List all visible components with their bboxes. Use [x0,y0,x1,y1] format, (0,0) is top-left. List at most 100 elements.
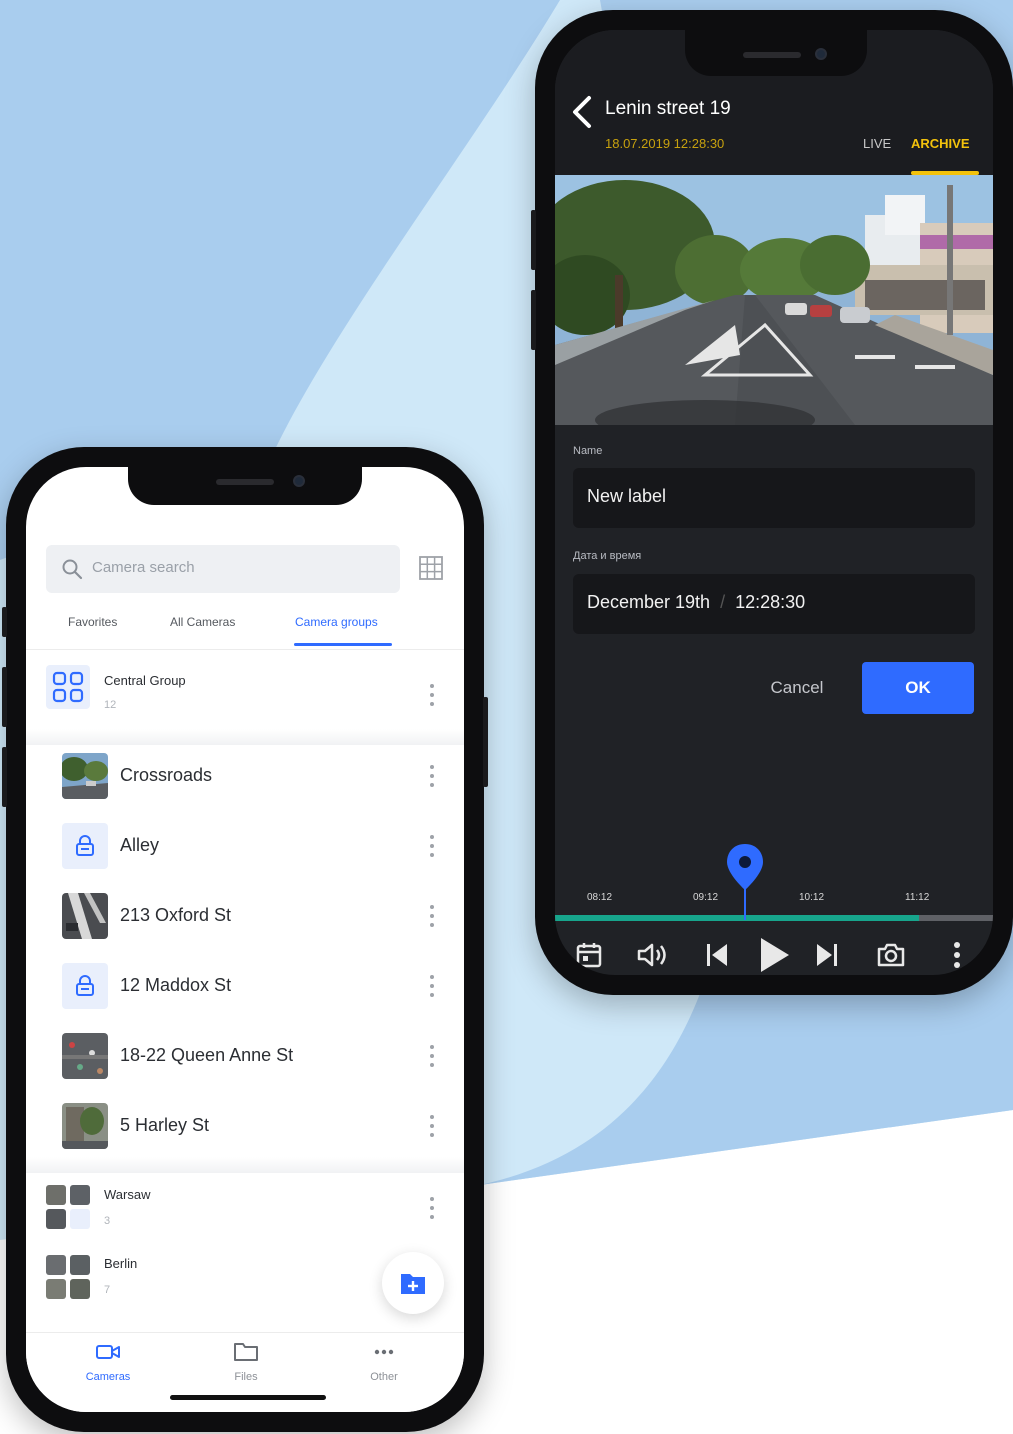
cancel-button[interactable]: Cancel [755,660,839,716]
play-icon[interactable] [753,935,793,975]
front-camera [293,475,305,487]
lock-icon [62,823,108,869]
more-vertical-icon[interactable] [937,935,977,975]
skip-next-icon[interactable] [807,935,847,975]
volume-button [2,747,7,807]
nav-other[interactable]: Other [344,1342,424,1383]
camera-title: Lenin street 19 [605,98,731,119]
camera-row[interactable]: Crossroads [26,741,464,811]
skip-previous-icon[interactable] [697,935,737,975]
group-grid-icon [46,665,90,709]
tab-archive[interactable]: ARCHIVE [911,136,970,151]
nav-label: Cameras [85,1371,131,1383]
archive-phone: Lenin street 19 18.07.2019 12:28:30 LIVE… [531,10,1013,995]
group-count: 12 [104,699,117,711]
group-name: Warsaw [104,1187,151,1202]
nav-label: Files [234,1371,258,1383]
phone-notch [685,30,867,76]
time-value[interactable]: 12:28:30 [735,592,805,612]
camera-name: 18-22 Queen Anne St [120,1045,294,1065]
search-input[interactable]: Camera search [46,545,400,593]
nav-cameras[interactable]: Cameras [68,1342,148,1383]
camera-thumbnail [62,1033,108,1079]
power-button [483,697,488,787]
group-menu-icon[interactable] [428,1197,436,1219]
name-value: New label [587,486,667,506]
camera-menu-icon[interactable] [428,1045,436,1067]
camera-menu-icon[interactable] [428,765,436,787]
tab-favorites[interactable]: Favorites [68,615,117,629]
video-camera-icon [96,1345,120,1359]
group-name: Central Group [104,673,186,688]
camera-menu-icon[interactable] [428,835,436,857]
nav-files[interactable]: Files [206,1342,286,1383]
camera-row[interactable]: 12 Maddox St [26,951,464,1021]
search-icon [60,557,84,581]
timeline-tick: 08:12 [587,892,613,903]
group-thumbnails-icon [46,1185,90,1229]
grid-icon[interactable] [418,555,444,581]
timeline-marker-pin-icon[interactable] [725,842,765,922]
group-row-warsaw[interactable] [26,1173,464,1249]
camera-menu-icon[interactable] [428,905,436,927]
cameras-phone: Camera search Favorites All Cameras Came… [2,447,488,1432]
camera-name: 213 Oxford St [120,905,232,925]
date-value[interactable]: December 19th [587,592,710,612]
camera-row[interactable]: Alley [26,811,464,881]
group-menu-icon[interactable] [428,684,436,706]
name-input[interactable]: New label [573,468,975,528]
datetime-input[interactable]: December 19th / 12:28:30 [573,574,975,634]
volume-icon[interactable] [633,935,673,975]
camera-row[interactable]: 5 Harley St [26,1091,464,1161]
add-folder-icon [401,1274,425,1294]
group-thumbnails-icon [46,1255,90,1299]
camera-menu-icon[interactable] [428,975,436,997]
camera-name: Alley [120,835,160,855]
camera-name: 12 Maddox St [120,975,232,995]
camera-name: 5 Harley St [120,1115,210,1135]
cameras-screen: Camera search Favorites All Cameras Came… [26,467,464,1412]
archive-screen: Lenin street 19 18.07.2019 12:28:30 LIVE… [555,30,993,975]
volume-button [531,210,536,270]
camera-snapshot-icon[interactable] [871,935,911,975]
timeline-tick: 10:12 [799,892,825,903]
camera-row[interactable]: 213 Oxford St [26,881,464,951]
camera-thumbnail [62,893,108,939]
volume-button [531,290,536,350]
tab-all-cameras[interactable]: All Cameras [170,615,235,629]
tab-camera-groups[interactable]: Camera groups [295,615,378,629]
volume-button [2,667,7,727]
ok-button[interactable]: OK [862,662,974,714]
phone-notch [128,467,362,505]
group-name: Berlin [104,1256,138,1271]
group-count: 3 [104,1215,111,1227]
tab-live[interactable]: LIVE [863,136,891,151]
camera-thumbnail [62,1103,108,1149]
datetime-separator: / [720,592,726,612]
lock-icon [62,963,108,1009]
nav-label: Other [370,1371,398,1383]
folder-icon [234,1343,258,1361]
camera-thumbnail [62,753,108,799]
tab-active-indicator [294,643,392,646]
street-scene-image [555,175,993,425]
more-horizontal-icon [374,1349,394,1355]
video-frame[interactable] [555,175,993,425]
back-icon[interactable] [567,92,595,132]
calendar-icon[interactable] [569,935,609,975]
speaker-grille [216,479,274,485]
camera-name: Crossroads [120,765,213,785]
name-label: Name [573,445,603,457]
group-divider [26,1157,464,1173]
group-row-central[interactable] [26,653,464,729]
archive-datetime: 18.07.2019 12:28:30 [605,136,725,151]
speaker-grille [743,52,801,58]
group-count: 7 [104,1284,111,1296]
timeline-tick: 11:12 [905,892,930,903]
mute-switch [2,607,7,637]
home-indicator [170,1395,326,1400]
add-folder-button[interactable] [382,1252,444,1314]
camera-menu-icon[interactable] [428,1115,436,1137]
camera-row[interactable]: 18-22 Queen Anne St [26,1021,464,1091]
datetime-label: Дата и время [573,550,642,562]
